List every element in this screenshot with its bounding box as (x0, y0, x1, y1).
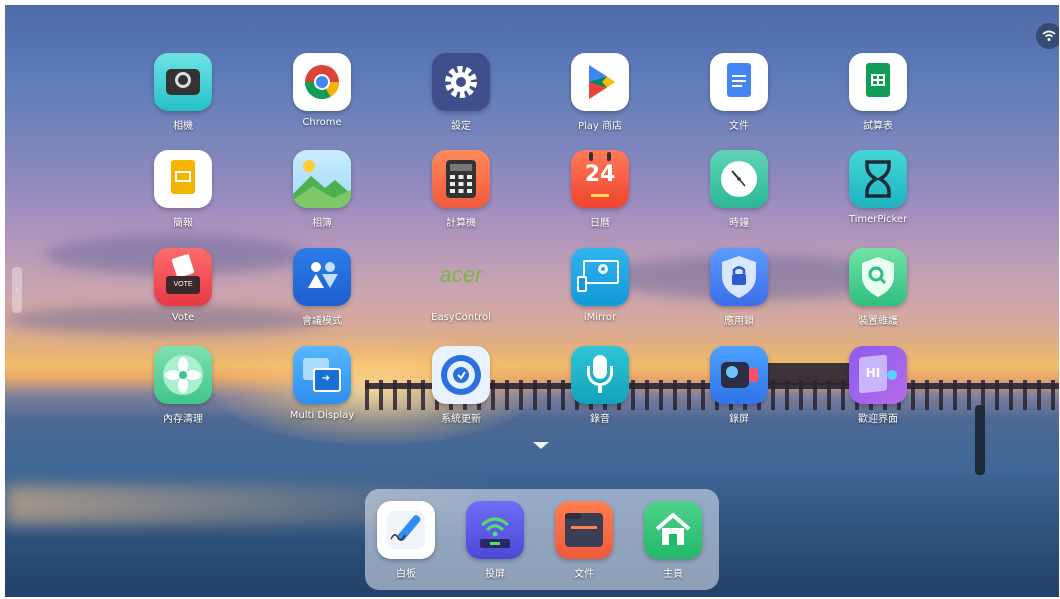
dock-home[interactable]: 主頁 (623, 501, 723, 580)
app-label: Play 商店 (577, 121, 623, 132)
shield-lock-icon (710, 248, 768, 306)
welcome-icon: HI (849, 346, 907, 404)
app-clock[interactable]: 時鐘 (689, 150, 789, 229)
dock-cast[interactable]: 投屏 (445, 501, 545, 580)
app-label: 日曆 (590, 218, 610, 229)
dock-whiteboard[interactable]: 白板 (356, 501, 456, 580)
chrome-icon (293, 53, 351, 111)
app-vote[interactable]: VOTE Vote (133, 248, 233, 323)
gear-icon (432, 53, 490, 111)
app-label: iMirror (583, 312, 617, 323)
app-label: 文件 (729, 121, 749, 132)
calendar-icon: 24 (571, 150, 629, 208)
app-label: 設定 (451, 121, 471, 132)
dock-label: 主頁 (663, 569, 683, 580)
app-settings[interactable]: 設定 (411, 53, 511, 132)
memory-clean-icon (154, 346, 212, 404)
search-shield-icon (849, 248, 907, 306)
microphone-icon (571, 346, 629, 404)
app-label: 裝置維護 (858, 316, 898, 327)
left-edge-handle[interactable]: › (12, 267, 22, 313)
dock: 白板 投屏 文件 主頁 (365, 489, 719, 590)
app-easycontrol[interactable]: acer EasyControl (411, 248, 511, 323)
calendar-day: 24 (584, 162, 616, 187)
app-label: 試算表 (863, 121, 893, 132)
app-gallery[interactable]: 相簿 (272, 150, 372, 229)
app-timerpicker[interactable]: TimerPicker (828, 150, 928, 225)
calculator-icon (432, 150, 490, 208)
multi-display-icon: ➜ (293, 346, 351, 404)
app-calculator[interactable]: 計算機 (411, 150, 511, 229)
app-memory-clean[interactable]: 內存清理 (133, 346, 233, 425)
home-icon (644, 501, 702, 559)
slides-icon (154, 150, 212, 208)
app-calendar[interactable]: 24 日曆 (550, 150, 650, 229)
sheets-icon (849, 53, 907, 111)
app-label: TimerPicker (848, 214, 908, 225)
app-system-update[interactable]: 系統更新 (411, 346, 511, 425)
gallery-icon (293, 150, 351, 208)
play-store-icon (571, 53, 629, 111)
app-welcome[interactable]: HI 歡迎界面 (828, 346, 928, 425)
app-multi-display[interactable]: ➜ Multi Display (272, 346, 372, 421)
app-label: 計算機 (446, 218, 476, 229)
app-chrome[interactable]: Chrome (272, 53, 372, 128)
app-label: 會議模式 (302, 316, 342, 327)
app-label: 內存清理 (163, 414, 203, 425)
app-app-lock[interactable]: 應用鎖 (689, 248, 789, 327)
app-label: 相機 (173, 121, 193, 132)
acer-logo-icon: acer (432, 248, 490, 306)
wifi-icon[interactable] (1036, 23, 1059, 49)
dock-files[interactable]: 文件 (534, 501, 634, 580)
app-sheets[interactable]: 試算表 (828, 53, 928, 132)
hourglass-icon (849, 150, 907, 208)
app-slides[interactable]: 簡報 (133, 150, 233, 229)
app-label: 系統更新 (441, 414, 481, 425)
cast-icon (466, 501, 524, 559)
dock-label: 文件 (574, 569, 594, 580)
app-label: Multi Display (289, 410, 355, 421)
app-docs[interactable]: 文件 (689, 53, 789, 132)
app-camera[interactable]: 相機 (133, 53, 233, 132)
app-label: 歡迎界面 (858, 414, 898, 425)
whiteboard-pen-icon (377, 501, 435, 559)
home-screen: › ‹ 相機 Chrome 設定 (5, 5, 1059, 597)
welcome-badge: HI (865, 366, 881, 380)
imirror-icon (571, 248, 629, 306)
chevron-down-icon[interactable] (533, 442, 549, 449)
app-label: 應用鎖 (724, 316, 754, 327)
clock-icon (710, 150, 768, 208)
app-device-maintenance[interactable]: 裝置維護 (828, 248, 928, 327)
app-label: 錄音 (590, 414, 610, 425)
folder-icon (555, 501, 613, 559)
app-label: EasyControl (431, 312, 491, 323)
camera-icon (154, 53, 212, 111)
vote-badge: VOTE (166, 276, 200, 294)
app-label: 錄屏 (729, 414, 749, 425)
acer-logo-text: acer (439, 262, 483, 287)
dock-label: 投屏 (485, 569, 505, 580)
app-recorder[interactable]: 錄音 (550, 346, 650, 425)
app-label: 時鐘 (729, 218, 749, 229)
app-label: 簡報 (173, 218, 193, 229)
app-meeting-mode[interactable]: 會議模式 (272, 248, 372, 327)
app-label: 相簿 (312, 218, 332, 229)
wallpaper-person (975, 405, 985, 475)
app-screen-record[interactable]: 錄屏 (689, 346, 789, 425)
docs-icon (710, 53, 768, 111)
app-label: Vote (171, 312, 195, 323)
meeting-people-icon (293, 248, 351, 306)
app-play-store[interactable]: Play 商店 (550, 53, 650, 132)
app-imirror[interactable]: iMirror (550, 248, 650, 323)
app-label: Chrome (302, 117, 342, 128)
system-update-icon (432, 346, 490, 404)
vote-icon: VOTE (154, 248, 212, 306)
video-camera-icon (710, 346, 768, 404)
dock-label: 白板 (396, 569, 416, 580)
